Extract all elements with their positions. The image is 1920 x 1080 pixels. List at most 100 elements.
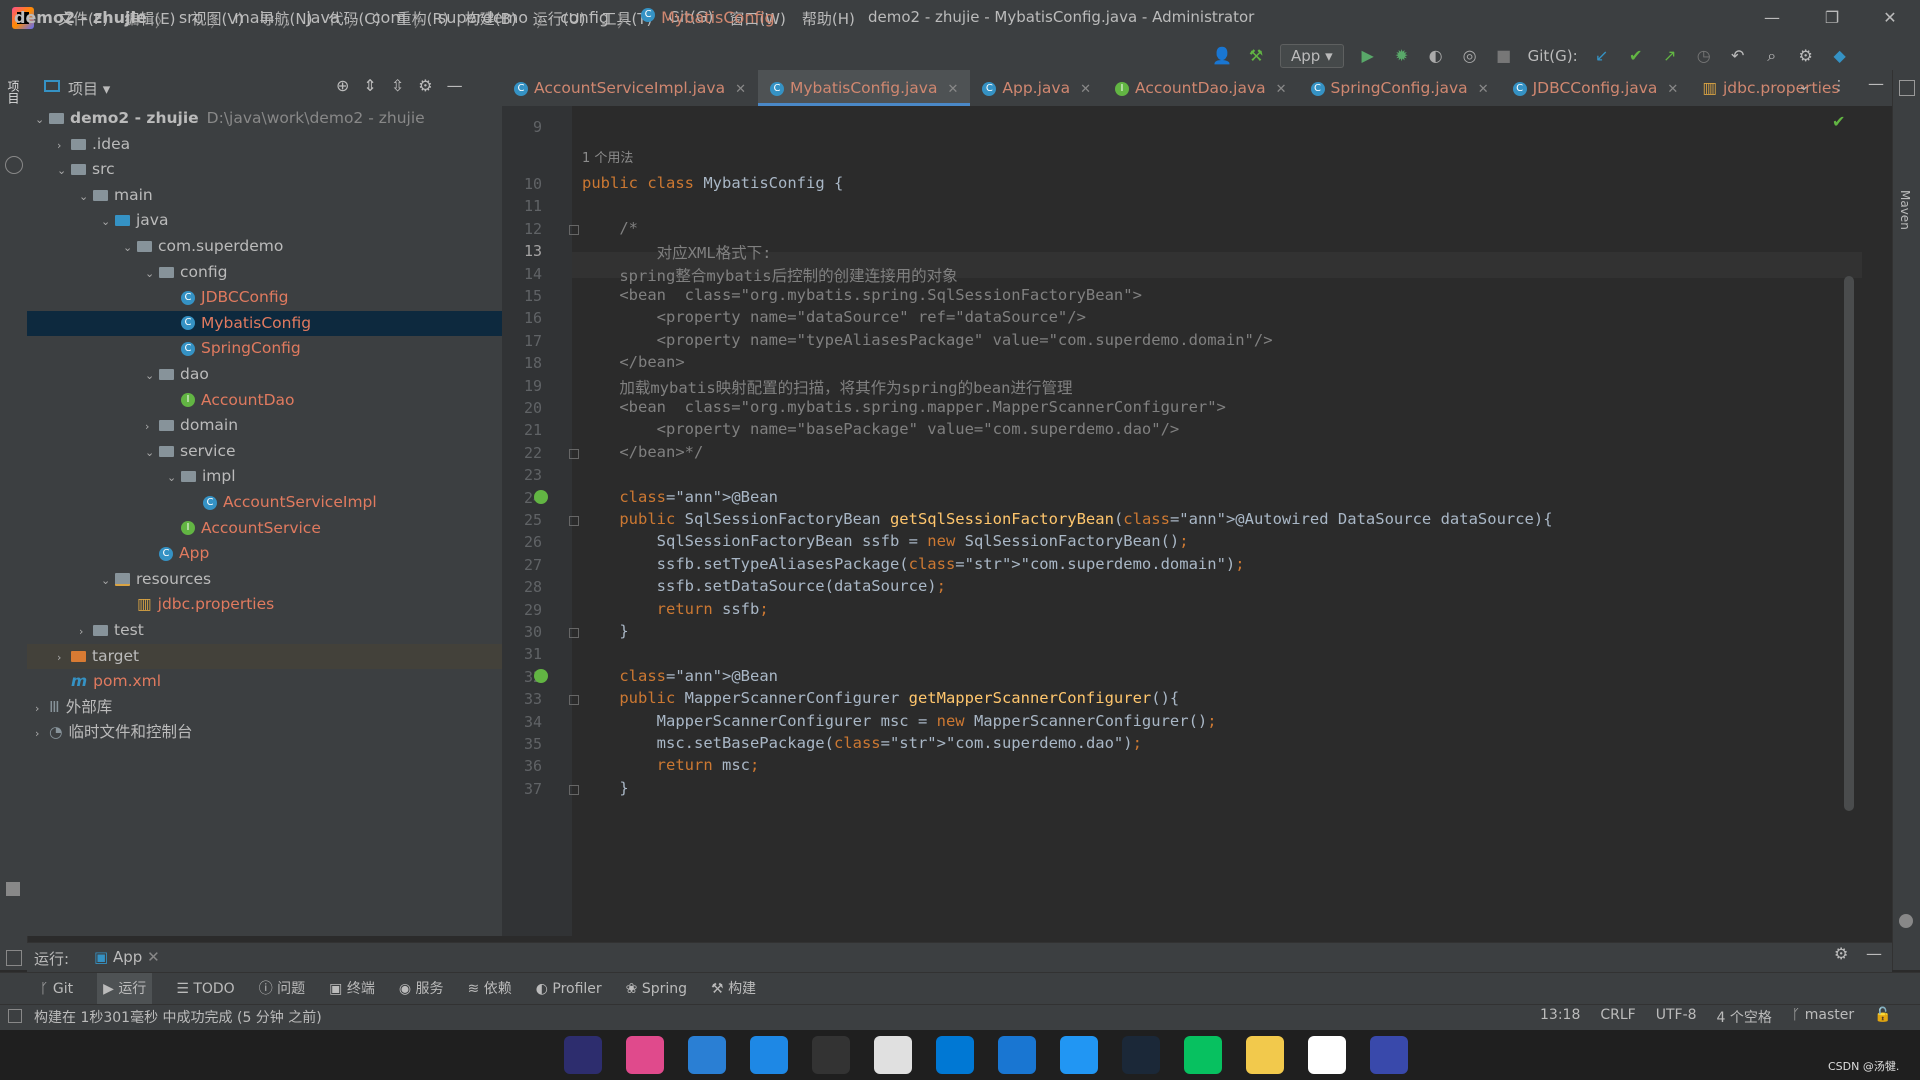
close-tab-icon[interactable]: ✕ xyxy=(1276,82,1287,97)
chevron-down-icon[interactable]: ⌄ xyxy=(79,184,93,209)
expand-all-icon[interactable]: ⇕ xyxy=(363,76,376,95)
tree-item[interactable]: ⌄ resources xyxy=(27,567,576,592)
fold-icon[interactable] xyxy=(569,628,579,638)
todo-icon[interactable] xyxy=(1060,1036,1098,1074)
chevron-down-icon[interactable]: ⌄ xyxy=(123,235,137,260)
chevron-down-icon[interactable]: ⌄ xyxy=(167,465,181,490)
tree-item[interactable]: › target xyxy=(27,643,532,669)
obs-icon[interactable] xyxy=(1308,1036,1346,1074)
code-line[interactable]: ssfb.setDataSource(dataSource); xyxy=(582,577,946,595)
breadcrumb-item[interactable]: MybatisConfig xyxy=(661,8,775,32)
code-line[interactable]: </bean>*/ xyxy=(582,443,703,461)
editor-tab[interactable]: C MybatisConfig.java ✕ xyxy=(758,70,971,106)
locate-icon[interactable]: ⊕ xyxy=(336,76,349,95)
hide-panel-icon[interactable]: — xyxy=(447,76,463,95)
indent-setting[interactable]: 4 个空格 xyxy=(1717,1007,1772,1027)
git-commit-icon[interactable]: ✔ xyxy=(1626,46,1646,66)
plugin-icon[interactable]: ◆ xyxy=(1830,46,1850,66)
video-app-icon[interactable] xyxy=(1370,1036,1408,1074)
file-encoding[interactable]: UTF-8 xyxy=(1656,1007,1697,1027)
tool-window-button[interactable]: ▶ 运行 xyxy=(97,973,153,1004)
code-line[interactable]: 对应XML格式下: xyxy=(582,241,772,263)
tree-item[interactable]: ⌄ java xyxy=(27,208,576,233)
editor-scrollbar[interactable] xyxy=(1844,276,1854,811)
code-line[interactable]: <bean class="org.mybatis.spring.mapper.M… xyxy=(582,398,1226,416)
chevron-down-icon[interactable]: ⌄ xyxy=(35,107,49,132)
vscode-icon[interactable] xyxy=(936,1036,974,1074)
usage-hint[interactable]: 1 个用法 xyxy=(582,147,633,166)
project-tool-button[interactable]: 项目 xyxy=(4,80,22,104)
close-tab-icon[interactable]: ✕ xyxy=(1667,82,1678,97)
gear-icon[interactable]: ⚙ xyxy=(418,76,432,95)
tool-window-button[interactable]: ❀ Spring xyxy=(626,973,687,1004)
wechat-icon[interactable] xyxy=(1184,1036,1222,1074)
chevron-down-icon[interactable]: ⌄ xyxy=(145,261,159,286)
terminal-icon[interactable] xyxy=(812,1036,850,1074)
minimize-editor-icon[interactable]: — xyxy=(1868,74,1884,93)
chevron-right-icon[interactable]: › xyxy=(79,619,93,644)
code-line[interactable]: } xyxy=(582,779,628,797)
search-icon[interactable]: ⌕ xyxy=(1762,46,1782,66)
commit-tool-icon[interactable] xyxy=(5,156,23,174)
chevron-down-icon[interactable]: ⌄ xyxy=(145,440,159,465)
word-icon[interactable] xyxy=(998,1036,1036,1074)
fold-icon[interactable] xyxy=(569,695,579,706)
run-config-select[interactable]: App ▾ xyxy=(1280,44,1344,68)
coverage-icon[interactable]: ◐ xyxy=(1426,46,1446,66)
menu-item[interactable]: 帮助(H) xyxy=(794,8,863,29)
code-line[interactable]: } xyxy=(582,622,628,640)
line-number[interactable]: 11 xyxy=(502,197,1028,215)
tool-window-button[interactable]: ◐ Profiler xyxy=(536,973,602,1004)
tool-window-button[interactable]: ◉ 服务 xyxy=(399,973,444,1004)
breadcrumb-item[interactable]: superdemo xyxy=(438,8,528,32)
git-push-icon[interactable]: ↗ xyxy=(1660,46,1680,66)
caret-position[interactable]: 13:18 xyxy=(1540,1007,1580,1027)
line-number[interactable]: 30 xyxy=(502,623,1028,641)
editor-tab[interactable]: I AccountDao.java ✕ xyxy=(1103,70,1299,106)
bean-gutter-icon[interactable] xyxy=(534,489,548,504)
editor-tab[interactable]: C AccountServiceImpl.java ✕ xyxy=(502,70,758,106)
run-settings-icon[interactable]: ⚙ xyxy=(1834,944,1848,963)
code-line[interactable]: msc.setBasePackage(class="str">"com.supe… xyxy=(582,734,1142,752)
editor-tab[interactable]: ▥ jdbc.properties xyxy=(1690,70,1851,106)
breadcrumb-item[interactable]: config xyxy=(560,8,609,32)
rollback-icon[interactable]: ↶ xyxy=(1728,46,1748,66)
debug-icon[interactable]: ✹ xyxy=(1392,46,1412,66)
breadcrumb-item[interactable]: java xyxy=(306,8,340,32)
line-number[interactable]: 31 xyxy=(502,645,1028,663)
tool-window-button[interactable]: ⚒ 构建 xyxy=(711,973,756,1004)
code-line[interactable]: <property name="typeAliasesPackage" valu… xyxy=(582,331,1273,349)
bean-gutter-icon[interactable] xyxy=(534,668,548,683)
fold-icon[interactable] xyxy=(569,784,579,795)
close-tab-icon[interactable]: ✕ xyxy=(1478,82,1489,97)
chevron-down-icon[interactable]: ⌄ xyxy=(101,568,115,593)
minimize-icon[interactable]: — xyxy=(1752,4,1792,32)
profile-icon[interactable]: ◎ xyxy=(1460,46,1480,66)
user-icon[interactable]: 👤 xyxy=(1212,46,1232,66)
code-line[interactable]: 加载mybatis映射配置的扫描，将其作为spring的bean进行管理 xyxy=(582,376,1072,398)
run-hide-icon[interactable]: — xyxy=(1866,944,1882,963)
history-icon[interactable]: ◷ xyxy=(1694,46,1714,66)
code-line[interactable]: SqlSessionFactoryBean ssfb = new SqlSess… xyxy=(582,532,1189,550)
code-line[interactable]: /* xyxy=(582,219,638,237)
line-number[interactable]: 23 xyxy=(502,466,1028,484)
breadcrumb-item[interactable]: com xyxy=(372,8,406,32)
code-line[interactable]: public class MybatisConfig { xyxy=(582,174,843,192)
code-line[interactable]: MapperScannerConfigurer msc = new Mapper… xyxy=(582,712,1217,730)
tree-item[interactable]: › ◔ 临时文件和控制台 xyxy=(27,720,510,745)
tool-window-button[interactable]: ▣ 终端 xyxy=(329,973,375,1004)
more-icon[interactable]: ⋮ xyxy=(1832,78,1846,94)
maven-tool-button[interactable]: Maven xyxy=(1898,190,1912,230)
code-line[interactable]: <bean class="org.mybatis.spring.SqlSessi… xyxy=(582,286,1142,304)
project-panel-title[interactable]: 项目 ▾ xyxy=(68,78,110,99)
editor-tab[interactable]: C App.java ✕ xyxy=(970,70,1103,106)
breadcrumb-item[interactable]: main xyxy=(234,8,274,32)
run-config-tab[interactable]: ▣ App ✕ xyxy=(94,948,160,966)
code-line[interactable]: class="ann">@Bean xyxy=(582,667,778,685)
git-update-icon[interactable]: ↙ xyxy=(1592,46,1612,66)
fold-icon[interactable] xyxy=(569,516,579,526)
settings-icon[interactable]: ⚙ xyxy=(1796,46,1816,66)
breadcrumb-item[interactable]: src xyxy=(179,8,202,32)
tree-item[interactable]: ⌄ src xyxy=(27,157,532,182)
notifications-icon[interactable] xyxy=(1899,914,1913,928)
